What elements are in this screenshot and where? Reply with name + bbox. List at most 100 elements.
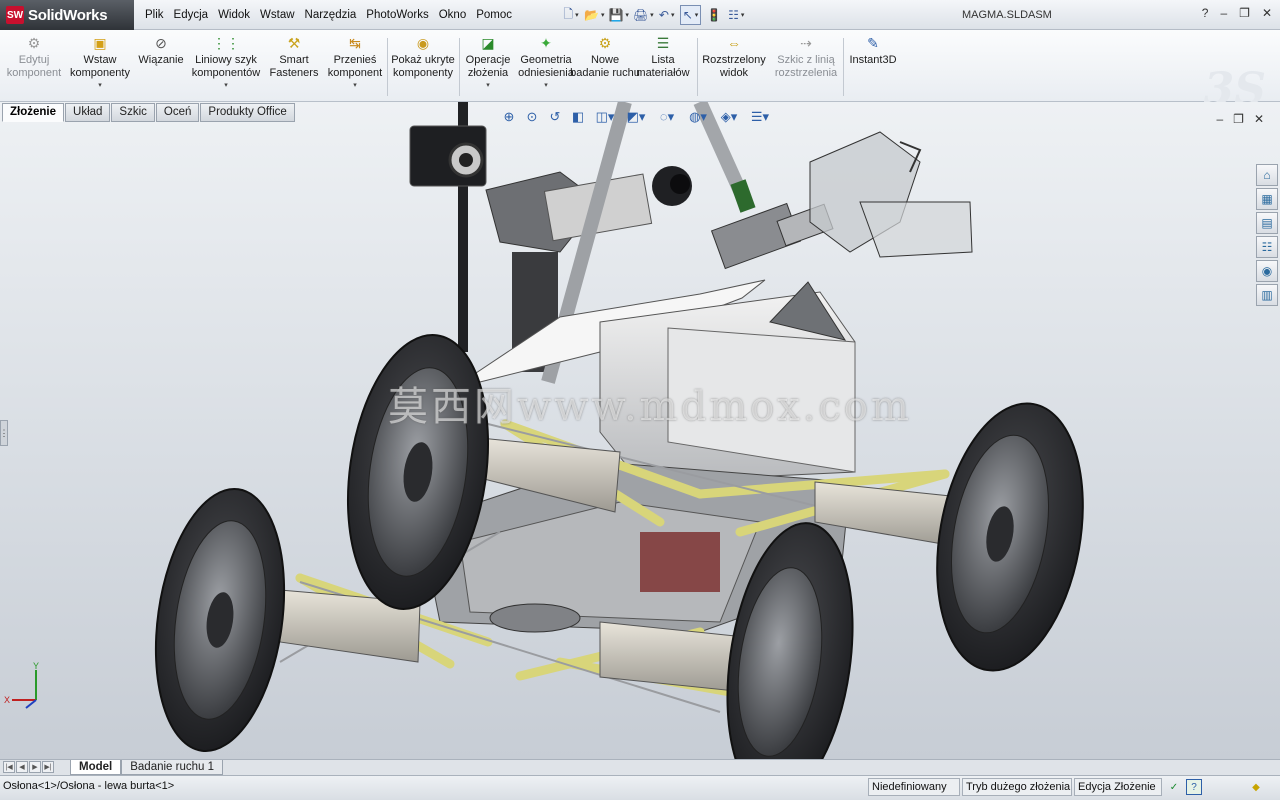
minimize-button[interactable]: – <box>1220 6 1227 20</box>
menu-item-2[interactable]: Widok <box>213 7 255 23</box>
explode-line-sketch-label: Szkic z linią rozstrzelenia <box>774 54 838 79</box>
chevron-down-icon[interactable]: ▾ <box>671 11 675 19</box>
design-library-icon[interactable]: ▦ <box>1256 188 1278 210</box>
close-button[interactable]: ✕ <box>1262 6 1272 20</box>
new-motion-study-icon: ⚙ <box>598 34 612 51</box>
solidworks-logo[interactable]: SW SolidWorks <box>0 0 134 30</box>
mate-label: Wiązanie <box>138 54 184 66</box>
model-tabs-bar: |◀ ◀ ▶ ▶| Model Badanie ruchu 1 <box>0 759 1280 775</box>
zoom-area-icon[interactable]: ⊙ <box>523 108 541 126</box>
tab-1[interactable]: Układ <box>65 103 111 122</box>
custom-properties-icon[interactable]: ▥ <box>1256 284 1278 306</box>
exploded-view-button[interactable]: ⇔ Rozstrzelony widok <box>699 34 769 79</box>
options-button[interactable]: ☷ ▾ <box>727 5 745 25</box>
rebuild-button[interactable]: 🚦 <box>705 5 723 25</box>
view-palette-icon[interactable]: ☷ <box>1256 236 1278 258</box>
bottom-tab-0[interactable]: Model <box>70 760 122 775</box>
chevron-down-icon[interactable]: ▾ <box>625 11 629 19</box>
chevron-down-icon[interactable]: ▾ <box>544 80 548 93</box>
chevron-down-icon[interactable]: ▾ <box>575 11 579 19</box>
menu-item-7[interactable]: Pomoc <box>471 7 517 23</box>
explode-line-sketch-button[interactable]: ⇢ Szkic z linią rozstrzelenia <box>771 34 841 79</box>
show-hidden-button[interactable]: ◉ Pokaż ukryte komponenty <box>388 34 458 79</box>
instant3d-button[interactable]: ✎ Instant3D <box>838 34 908 67</box>
menu-item-3[interactable]: Wstaw <box>255 7 300 23</box>
bill-of-materials-button[interactable]: ☰ Lista materiałów <box>628 34 698 79</box>
reference-geometry-icon: ✦ <box>540 34 552 51</box>
instant3d-label: Instant3D <box>849 54 897 66</box>
move-component-icon: ↹ <box>349 34 361 51</box>
linear-pattern-button[interactable]: ⋮⋮ Liniowy szyk komponentów ▾ <box>191 34 261 93</box>
linear-pattern-icon: ⋮⋮ <box>212 34 240 51</box>
undo-button[interactable]: ↶ ▾ <box>658 5 676 25</box>
chevron-down-icon[interactable]: ▾ <box>224 80 228 93</box>
save-button[interactable]: 💾 ▾ <box>608 5 628 25</box>
chevron-down-icon[interactable]: ▾ <box>601 11 605 19</box>
edit-component-button[interactable]: ⚙ Edytuj komponent <box>0 34 69 79</box>
hide-show-icon[interactable]: ◌▾ <box>654 108 680 126</box>
help-icon-status[interactable]: ? <box>1186 779 1202 795</box>
new-document-button[interactable]: 🗋 ▾ <box>562 5 580 25</box>
first-tab-arrow-icon[interactable]: |◀ <box>3 761 15 773</box>
show-hidden-icon: ◉ <box>416 34 430 51</box>
tag-icon[interactable]: ◆ <box>1248 779 1264 795</box>
restore-button[interactable]: ❐ <box>1239 6 1250 20</box>
menu-item-1[interactable]: Edycja <box>169 7 214 23</box>
tab-2[interactable]: Szkic <box>111 103 155 122</box>
task-pane-tabs: ⌂ ▦ ▤ ☷ ◉ ▥ <box>1256 164 1278 306</box>
open-document-button[interactable]: 📂 ▾ <box>584 5 604 25</box>
view-settings-icon[interactable]: ☰▾ <box>747 108 773 126</box>
wheel-rear-left <box>154 488 286 752</box>
viewport-restore-button[interactable]: ❐ <box>1233 112 1244 126</box>
insert-components-button[interactable]: ▣ Wstaw komponenty ▾ <box>65 34 135 93</box>
open-document-icon: 📂 <box>584 8 599 22</box>
chevron-down-icon[interactable]: ▾ <box>486 80 490 93</box>
viewport-minimize-button[interactable]: – <box>1216 112 1223 126</box>
apply-scene-icon[interactable]: ◈▾ <box>716 108 742 126</box>
appearances-icon[interactable]: ◉ <box>1256 260 1278 282</box>
view-orientation-icon[interactable]: ◫▾ <box>592 108 618 126</box>
last-tab-arrow-icon[interactable]: ▶| <box>42 761 54 773</box>
tab-3[interactable]: Oceń <box>155 103 200 122</box>
prev-tab-arrow-icon[interactable]: ◀ <box>16 761 28 773</box>
smart-fasteners-button[interactable]: ⚒ Smart Fasteners <box>259 34 329 79</box>
menu-item-5[interactable]: PhotoWorks <box>361 7 433 23</box>
home-icon[interactable]: ⌂ <box>1256 164 1278 186</box>
next-tab-arrow-icon[interactable]: ▶ <box>29 761 41 773</box>
menu-item-0[interactable]: Plik <box>140 7 169 23</box>
section-view-icon[interactable]: ◧ <box>569 108 587 126</box>
graphics-area[interactable]: 莫西网www.mdmox.com ⊕ ⊙ ↺ ◧ ◫▾ ◩▾ ◌▾ ◍▾ ◈▾ ☰▾ – ❐ ✕ … <box>0 102 1280 759</box>
display-style-icon[interactable]: ◩▾ <box>623 108 649 126</box>
file-explorer-icon[interactable]: ▤ <box>1256 212 1278 234</box>
menu-item-4[interactable]: Narzędzia <box>300 7 362 23</box>
sw-logo-icon: SW <box>6 6 24 24</box>
help-icon[interactable]: ? <box>1202 6 1209 20</box>
insert-components-label: Wstaw komponenty <box>70 54 130 79</box>
mate-button[interactable]: ⊘ Wiązanie <box>126 34 196 67</box>
zoom-to-fit-icon[interactable]: ⊕ <box>500 108 518 126</box>
command-manager-tabs: Złożenie Układ Szkic Oceń Produkty Office <box>2 103 295 122</box>
select-icon: ↖ <box>682 8 693 22</box>
select-button[interactable]: ↖ ▾ <box>679 5 702 25</box>
menu-item-6[interactable]: Okno <box>434 7 472 23</box>
tab-0[interactable]: Złożenie <box>2 103 65 122</box>
rebuild-status-icon[interactable]: ✓ <box>1166 779 1182 795</box>
feature-manager-toggle[interactable]: ⋮ <box>0 420 9 446</box>
rebuild-icon: 🚦 <box>706 8 722 22</box>
viewport-close-button[interactable]: ✕ <box>1254 112 1264 126</box>
status-large-assembly-mode[interactable]: Tryb dużego złożenia <box>962 778 1072 796</box>
chevron-down-icon[interactable]: ▾ <box>353 80 357 93</box>
chevron-down-icon[interactable]: ▾ <box>98 80 102 93</box>
tab-4[interactable]: Produkty Office <box>200 103 295 122</box>
print-button[interactable]: 🖨 ▾ <box>633 5 654 25</box>
chevron-down-icon[interactable]: ▾ <box>695 11 699 19</box>
edit-appearance-icon[interactable]: ◍▾ <box>685 108 711 126</box>
chevron-down-icon[interactable]: ▾ <box>741 11 745 19</box>
status-bar: Osłona<1>/Osłona - lewa burta<1> Niedefi… <box>0 775 1280 800</box>
reference-triad: Y X <box>4 662 39 709</box>
move-component-button[interactable]: ↹ Przenieś komponent ▾ <box>320 34 390 93</box>
bottom-tab-1[interactable]: Badanie ruchu 1 <box>121 760 223 775</box>
mate-icon: ⊘ <box>155 34 167 51</box>
chevron-down-icon[interactable]: ▾ <box>650 11 654 19</box>
previous-view-icon[interactable]: ↺ <box>546 108 564 126</box>
